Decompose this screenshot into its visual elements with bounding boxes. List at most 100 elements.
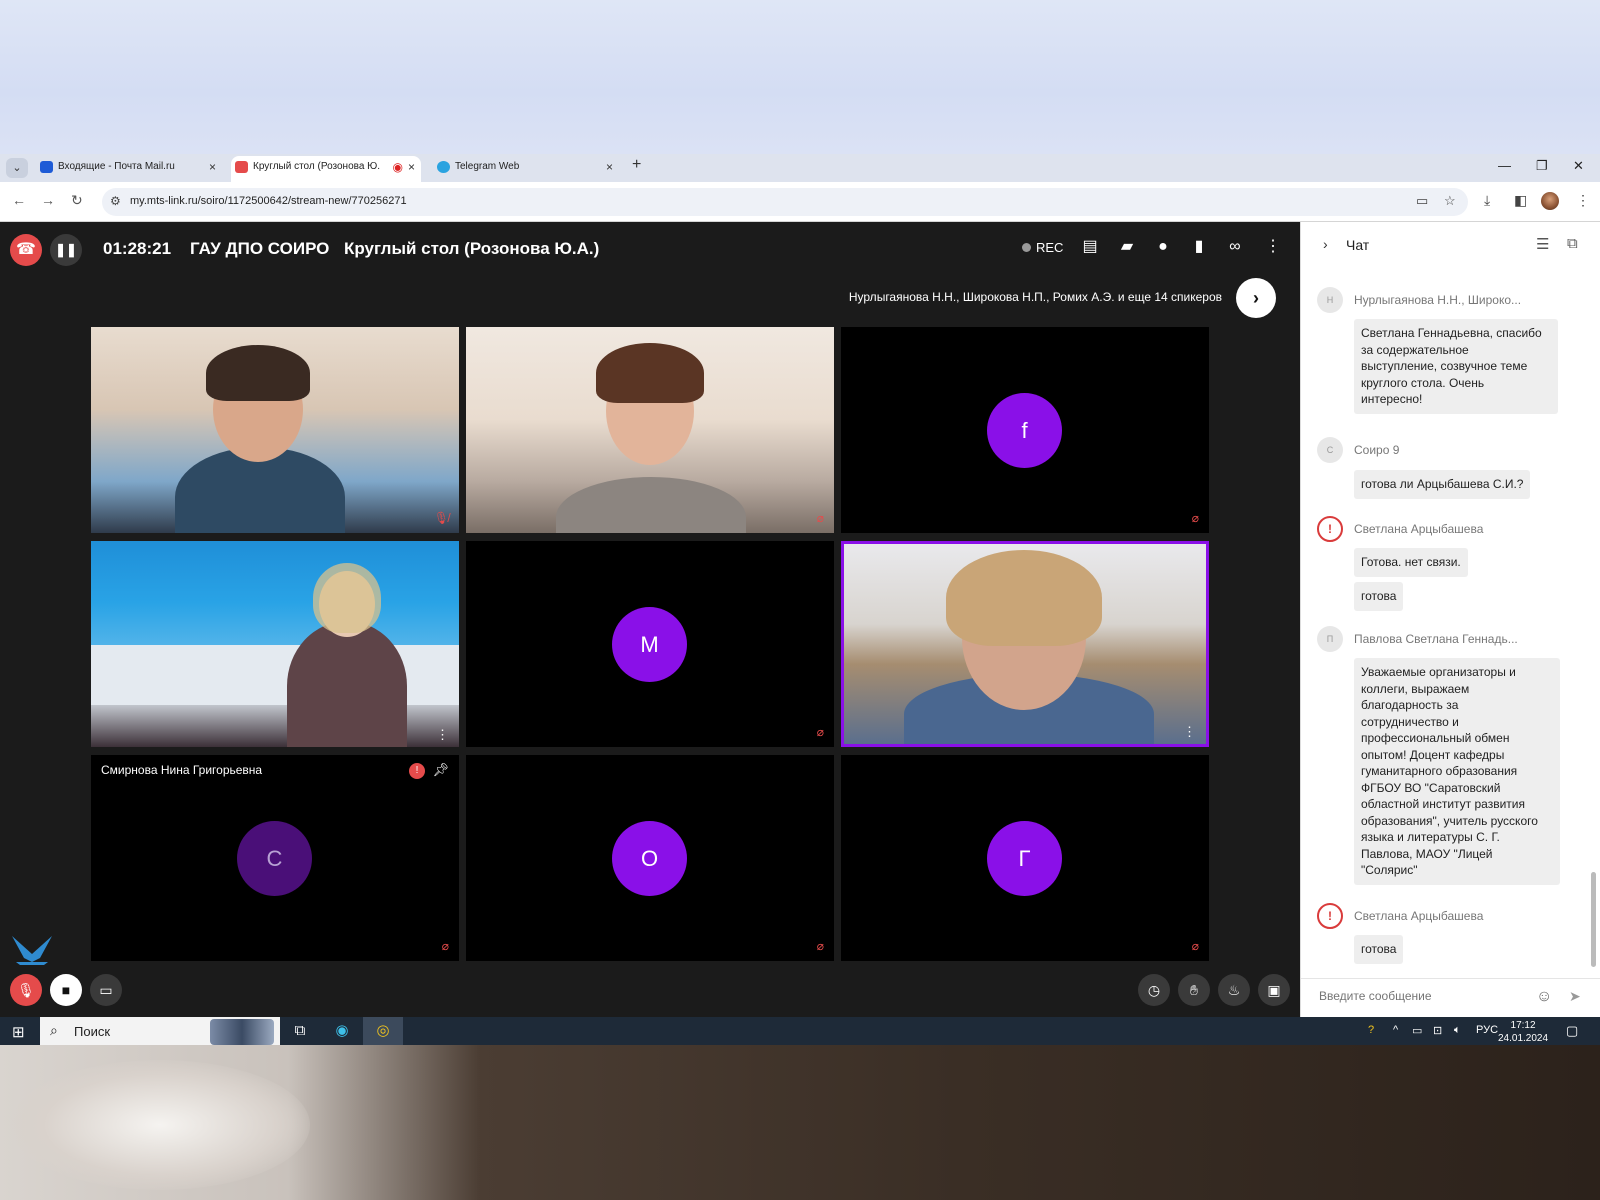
address-bar[interactable]: ⚙ my.mts-link.ru/soiro/1172500642/stream… [102, 188, 1468, 216]
layout-icon[interactable]: ▣ [1258, 974, 1290, 1006]
close-window-icon[interactable]: ✕ [1573, 158, 1584, 174]
clock-time: 17:12 [1510, 1020, 1536, 1031]
message-line: готова ли Арцыбашева С.И.? [1361, 477, 1524, 491]
mic-off-icon: ⌀ [816, 511, 824, 525]
collapse-chevron-icon[interactable]: › [1323, 236, 1328, 252]
forward-icon[interactable]: → [41, 192, 55, 208]
rec-dot-icon [1022, 243, 1031, 252]
tile-menu-icon[interactable]: ⋮ [436, 728, 449, 741]
message-bubble: готова ли Арцыбашева С.И.? [1354, 470, 1531, 499]
tab-telegram[interactable]: Telegram Web × [433, 156, 619, 182]
video-tile[interactable]: 🎙︎̸ [91, 327, 459, 533]
author-avatar: П [1317, 626, 1343, 652]
tab-label: Круглый стол (Розонова Ю. [253, 161, 381, 172]
video-tile[interactable]: ⌀ [466, 327, 834, 533]
side-panel-icon[interactable]: ◧ [1514, 192, 1527, 209]
chat-scrollbar[interactable] [1591, 872, 1596, 967]
notifications-icon[interactable]: ▢ [1566, 1023, 1578, 1039]
list-icon[interactable]: ☰ [1536, 235, 1549, 253]
session-timer: 01:28:21 [103, 239, 172, 258]
new-tab-button[interactable]: + [632, 156, 641, 174]
recording-icon: ◉ [392, 160, 403, 174]
menu-dots-icon[interactable]: ⋮ [1576, 192, 1590, 209]
mail-icon [40, 161, 53, 173]
avatar-tile[interactable]: Г ⌀ [841, 755, 1209, 961]
avatar-tile[interactable]: Смирнова Нина Григорьевна ! 📌︎ С ⌀ [91, 755, 459, 961]
back-icon[interactable]: ← [12, 192, 26, 208]
task-view-icon[interactable]: ⧉ [280, 1017, 320, 1045]
open-external-icon[interactable]: ⧉ [1567, 235, 1578, 252]
search-label: Поиск [74, 1024, 111, 1039]
chat-icon[interactable]: ▰ [1116, 236, 1138, 258]
tab-search-icon[interactable]: ⌄ [6, 158, 28, 178]
message-input[interactable] [1319, 989, 1529, 1003]
author-avatar: Н [1317, 287, 1343, 313]
screen-share-button[interactable]: ▭ [90, 974, 122, 1006]
send-icon[interactable]: ➤ [1569, 988, 1581, 1005]
mic-off-icon: ⌀ [816, 939, 824, 953]
network-icon[interactable]: ⊡ [1433, 1024, 1442, 1037]
microphone-toggle-button[interactable]: 🎙︎ [10, 974, 42, 1006]
video-tile-active-speaker[interactable]: ⋮ [841, 541, 1209, 747]
speakers-summary[interactable]: Нурлыгаянова Н.Н., Широкова Н.П., Ромих … [849, 290, 1222, 304]
message-line: интересно! [1361, 392, 1423, 406]
camera-icon[interactable]: ▭ [1416, 193, 1428, 209]
participant-avatar: Г [987, 821, 1062, 896]
avatar-tile[interactable]: M ⌀ [466, 541, 834, 747]
taskbar-search[interactable]: ⌕ Поиск [40, 1017, 280, 1045]
close-icon[interactable]: × [209, 156, 216, 178]
download-icon[interactable]: ⤓ [1484, 192, 1490, 209]
agenda-icon[interactable]: ▤ [1079, 236, 1101, 258]
close-icon[interactable]: × [606, 156, 613, 178]
profile-avatar[interactable] [1541, 192, 1559, 210]
avatar-tile[interactable]: О ⌀ [466, 755, 834, 961]
message-bubble: Уважаемые организаторы и коллеги, выража… [1354, 658, 1560, 885]
chat-panel: › Чат ☰ ⧉ Н Нурлыгаянова Н.Н., Широко...… [1300, 222, 1600, 1017]
message-author: Светлана Арцыбашева [1354, 522, 1484, 536]
volume-muted-icon[interactable]: 🔈︎ [1454, 1024, 1461, 1037]
reload-icon[interactable]: ↻ [71, 192, 83, 209]
more-options-icon[interactable]: ⋮ [1262, 236, 1284, 258]
participants-icon[interactable]: ● [1152, 236, 1174, 258]
chat-title: Чат [1346, 237, 1370, 253]
language-indicator[interactable]: РУС [1476, 1024, 1498, 1036]
close-icon[interactable]: × [408, 156, 415, 178]
participant-hair [313, 563, 381, 633]
tile-menu-icon[interactable]: ⋮ [1183, 725, 1196, 738]
file-icon[interactable]: ▮ [1188, 236, 1210, 258]
pause-button[interactable]: ❚❚ [50, 234, 82, 266]
mic-off-icon: ⌀ [441, 939, 449, 953]
link-icon[interactable]: ∞ [1224, 236, 1246, 258]
mic-off-icon: ⌀ [1191, 511, 1199, 525]
raise-hand-icon[interactable]: ✋︎ [1178, 974, 1210, 1006]
message-line: образования", учитель русского [1361, 813, 1538, 828]
taskbar-clock[interactable]: 17:12 24.01.2024 [1498, 1019, 1548, 1045]
next-speakers-button[interactable]: › [1236, 278, 1276, 318]
tab-mail[interactable]: Входящие - Почта Mail.ru × [36, 156, 222, 182]
help-icon[interactable]: ? [1368, 1024, 1374, 1036]
leave-call-button[interactable]: ☎ [10, 234, 42, 266]
tray-expand-icon[interactable]: ^ [1393, 1024, 1398, 1036]
message-line: языка и литературы С. Г. [1361, 830, 1500, 844]
chrome-icon[interactable]: ◎ [363, 1017, 403, 1045]
site-info-icon[interactable]: ⚙ [110, 194, 121, 208]
windows-start-icon[interactable]: ⊞ [12, 1023, 25, 1041]
warning-avatar-icon: ! [1317, 516, 1343, 542]
message-author: Светлана Арцыбашева [1354, 909, 1484, 923]
tab-webinar[interactable]: Круглый стол (Розонова Ю. ◉ × [231, 156, 421, 182]
edge-icon[interactable]: ◉ [322, 1017, 362, 1045]
author-avatar: С [1317, 437, 1343, 463]
reaction-icon[interactable]: ♨ [1218, 974, 1250, 1006]
bookmark-star-icon[interactable]: ☆ [1444, 193, 1456, 209]
message-bubble: готова [1354, 935, 1404, 964]
camera-toggle-button[interactable]: ■ [50, 974, 82, 1006]
minimize-icon[interactable]: — [1498, 158, 1511, 173]
video-tile[interactable]: ⋮ [91, 541, 459, 747]
avatar-tile[interactable]: f ⌀ [841, 327, 1209, 533]
restore-icon[interactable]: ❐ [1536, 158, 1548, 174]
emoji-icon[interactable]: ☺ [1536, 988, 1552, 1006]
pin-icon[interactable]: 📌︎ [432, 762, 449, 778]
rec-indicator[interactable]: REC [1022, 240, 1063, 255]
timer-icon[interactable]: ◷ [1138, 974, 1170, 1006]
message-line: круглого стола. Очень [1361, 375, 1485, 390]
